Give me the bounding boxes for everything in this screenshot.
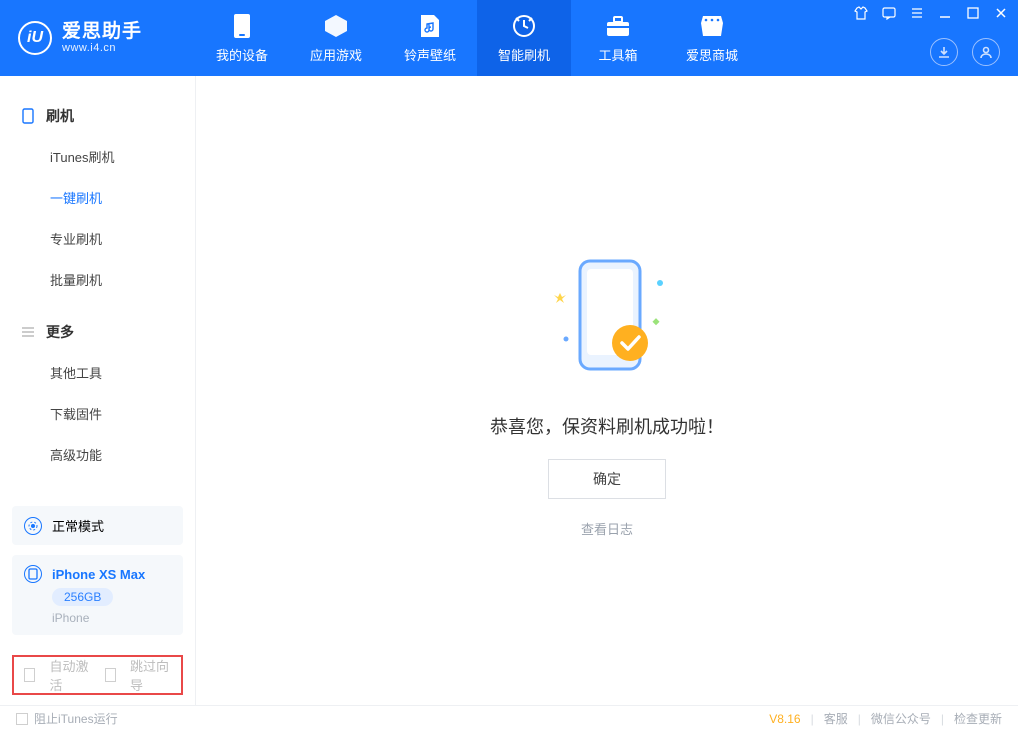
menu-icon[interactable] — [908, 4, 926, 22]
phone-small-icon — [20, 108, 36, 124]
footer-right: V8.16 | 客服 | 微信公众号 | 检查更新 — [769, 710, 1002, 727]
group-title: 更多 — [46, 322, 74, 342]
footer-link-wechat[interactable]: 微信公众号 — [871, 710, 931, 727]
refresh-gear-icon — [511, 13, 537, 39]
device-name: iPhone XS Max — [52, 567, 145, 582]
app-title: 爱思助手 — [62, 22, 142, 43]
footer-link-update[interactable]: 检查更新 — [954, 710, 1002, 727]
separator: | — [941, 712, 944, 726]
version-label: V8.16 — [769, 712, 800, 726]
main-content: 恭喜您，保资料刷机成功啦！ 确定 查看日志 — [196, 76, 1018, 705]
tab-apps-games[interactable]: 应用游戏 — [289, 0, 383, 76]
tab-ringtones-wallpapers[interactable]: 铃声壁纸 — [383, 0, 477, 76]
mode-label: 正常模式 — [52, 516, 104, 535]
window-controls — [852, 4, 1010, 22]
cube-icon — [323, 13, 349, 39]
tab-my-device[interactable]: 我的设备 — [195, 0, 289, 76]
toolbox-icon — [605, 13, 631, 39]
view-log-link[interactable]: 查看日志 — [581, 519, 633, 538]
header-actions — [930, 38, 1000, 66]
block-itunes-label: 阻止iTunes运行 — [34, 710, 118, 727]
phone-icon — [229, 13, 255, 39]
block-itunes-checkbox[interactable] — [16, 713, 28, 725]
sidebar-item-other-tools[interactable]: 其他工具 — [0, 352, 195, 393]
sidebar-group-flash: 刷机 — [0, 98, 195, 136]
ok-button[interactable]: 确定 — [548, 459, 666, 499]
logo-text: 爱思助手 www.i4.cn — [62, 22, 142, 55]
group-title: 刷机 — [46, 106, 74, 126]
footer-link-support[interactable]: 客服 — [824, 710, 848, 727]
bottom-options: 自动激活 跳过向导 — [12, 655, 183, 695]
device-capacity: 256GB — [52, 588, 113, 606]
skip-guide-checkbox[interactable] — [105, 668, 116, 682]
auto-activate-label: 自动激活 — [49, 656, 90, 694]
device-mode-card[interactable]: 正常模式 — [12, 506, 183, 545]
sidebar-item-batch-flash[interactable]: 批量刷机 — [0, 259, 195, 300]
feedback-icon[interactable] — [880, 4, 898, 22]
device-cards: 正常模式 iPhone XS Max 256GB iPhone — [12, 506, 183, 635]
tab-label: 爱思商城 — [686, 45, 738, 64]
tab-smart-flash[interactable]: 智能刷机 — [477, 0, 571, 76]
tab-label: 工具箱 — [598, 45, 637, 64]
maximize-icon[interactable] — [964, 4, 982, 22]
skip-guide-label: 跳过向导 — [130, 656, 171, 694]
app-subtitle: www.i4.cn — [62, 42, 142, 54]
success-illustration — [532, 243, 682, 393]
close-icon[interactable] — [992, 4, 1010, 22]
device-icon — [24, 565, 42, 583]
tab-label: 智能刷机 — [498, 45, 550, 64]
sidebar-item-oneclick-flash[interactable]: 一键刷机 — [0, 177, 195, 218]
minimize-icon[interactable] — [936, 4, 954, 22]
separator: | — [858, 712, 861, 726]
logo-block: iU 爱思助手 www.i4.cn — [0, 0, 195, 76]
user-button[interactable] — [972, 38, 1000, 66]
sidebar-item-pro-flash[interactable]: 专业刷机 — [0, 218, 195, 259]
shirt-icon[interactable] — [852, 4, 870, 22]
result-message: 恭喜您，保资料刷机成功啦！ — [490, 413, 724, 439]
separator: | — [811, 712, 814, 726]
device-card[interactable]: iPhone XS Max 256GB iPhone — [12, 555, 183, 635]
device-type: iPhone — [52, 611, 89, 625]
sidebar-group-more: 更多 — [0, 314, 195, 352]
tab-label: 我的设备 — [216, 45, 268, 64]
tab-toolbox[interactable]: 工具箱 — [571, 0, 665, 76]
music-file-icon — [417, 13, 443, 39]
tab-label: 应用游戏 — [310, 45, 362, 64]
store-icon — [699, 13, 725, 39]
body-area: 刷机 iTunes刷机 一键刷机 专业刷机 批量刷机 更多 其他工具 下载固件 … — [0, 76, 1018, 705]
auto-activate-checkbox[interactable] — [24, 668, 35, 682]
download-button[interactable] — [930, 38, 958, 66]
logo-icon: iU — [18, 21, 52, 55]
footer-left: 阻止iTunes运行 — [16, 710, 118, 727]
sidebar-item-advanced[interactable]: 高级功能 — [0, 434, 195, 475]
mode-icon — [24, 517, 42, 535]
sidebar-item-itunes-flash[interactable]: iTunes刷机 — [0, 136, 195, 177]
list-icon — [20, 324, 36, 340]
tab-store[interactable]: 爱思商城 — [665, 0, 759, 76]
sidebar-item-download-firmware[interactable]: 下载固件 — [0, 393, 195, 434]
tab-label: 铃声壁纸 — [404, 45, 456, 64]
sidebar: 刷机 iTunes刷机 一键刷机 专业刷机 批量刷机 更多 其他工具 下载固件 … — [0, 76, 196, 705]
header-tabs: 我的设备 应用游戏 铃声壁纸 智能刷机 工具箱 — [195, 0, 759, 76]
footer: 阻止iTunes运行 V8.16 | 客服 | 微信公众号 | 检查更新 — [0, 705, 1018, 731]
app-header: iU 爱思助手 www.i4.cn 我的设备 应用游戏 铃声壁纸 — [0, 0, 1018, 76]
